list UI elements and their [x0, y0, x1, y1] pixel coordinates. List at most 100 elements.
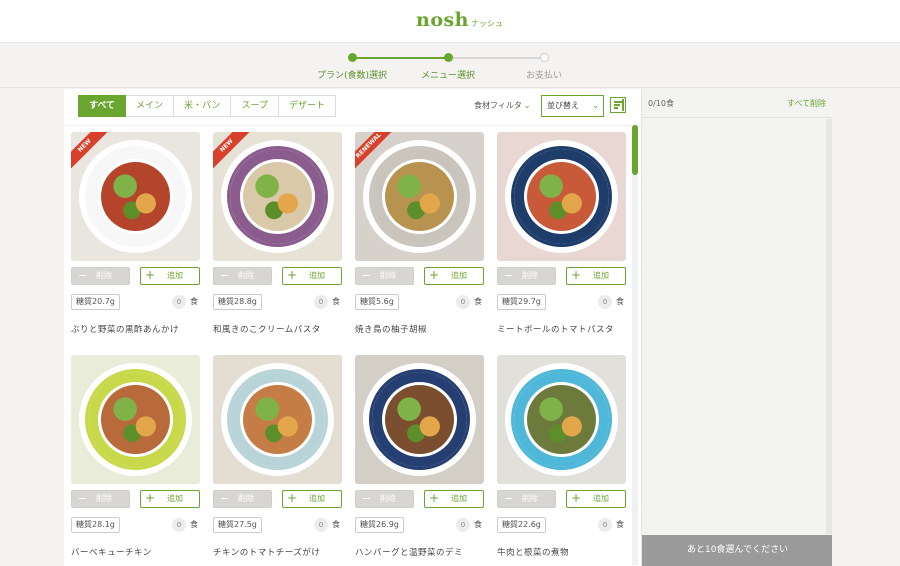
select-more-button[interactable]: あと10食選んでください	[642, 535, 833, 566]
carb-badge: 糖質20.7g	[71, 294, 120, 310]
tab-main[interactable]: メイン	[126, 95, 175, 117]
menu-name[interactable]: 牛肉と根菜の煮物	[497, 546, 637, 558]
site-header: nosh ナッシュ	[0, 0, 900, 43]
tab-all[interactable]: すべて	[78, 95, 127, 117]
menu-name[interactable]: 和風きのこクリームパスタ	[213, 323, 353, 335]
plus-icon: +	[145, 268, 156, 282]
menu-name[interactable]: ぶりと野菜の黒酢あんかけ	[71, 323, 211, 335]
plus-icon: +	[429, 491, 440, 505]
menu-photo[interactable]: RENEWAL	[355, 132, 484, 261]
delete-button[interactable]: − 削除	[497, 490, 556, 508]
nosh-logo[interactable]: nosh ナッシュ	[416, 9, 503, 31]
minus-icon: −	[362, 269, 372, 282]
divider	[64, 125, 641, 126]
add-button[interactable]: + 追加	[566, 267, 626, 285]
minus-icon: −	[362, 492, 372, 505]
food-image	[527, 162, 596, 231]
delete-button[interactable]: − 削除	[497, 267, 556, 285]
ingredient-filter[interactable]: 食材フィルタ ⌄	[474, 100, 531, 111]
menu-name[interactable]: ハンバーグと温野菜のデミ	[355, 546, 495, 558]
quantity-unit: 食	[474, 297, 482, 306]
add-label: 追加	[309, 271, 325, 280]
cart-panel: 0/10食 すべて削除 あと10食選んでください	[641, 89, 833, 566]
carb-badge: 糖質5.6g	[355, 294, 399, 310]
delete-label: 削除	[380, 271, 396, 280]
quantity-count: 0	[172, 295, 186, 309]
add-button[interactable]: + 追加	[424, 267, 484, 285]
delete-button[interactable]: − 削除	[355, 267, 414, 285]
carb-badge: 糖質28.8g	[213, 294, 262, 310]
menu-photo[interactable]	[213, 355, 342, 484]
step-label-plan[interactable]: プラン(食数)選択	[302, 68, 402, 81]
add-label: 追加	[309, 494, 325, 503]
menu-photo[interactable]: NEW	[71, 132, 200, 261]
menu-name[interactable]: バーベキューチキン	[71, 546, 211, 558]
delete-label: 削除	[522, 494, 538, 503]
quantity-count: 0	[314, 295, 328, 309]
sort-select[interactable]: 並び替え ⌄	[541, 95, 604, 117]
step-line-done	[352, 57, 448, 59]
quantity-count: 0	[456, 295, 470, 309]
scrollbar-thumb[interactable]	[632, 125, 638, 175]
quantity-unit: 食	[616, 297, 624, 306]
quantity-count: 0	[598, 518, 612, 532]
add-button[interactable]: + 追加	[424, 490, 484, 508]
add-label: 追加	[451, 271, 467, 280]
delete-label: 削除	[238, 494, 254, 503]
add-button[interactable]: + 追加	[140, 267, 200, 285]
delete-label: 削除	[96, 271, 112, 280]
plus-icon: +	[571, 491, 582, 505]
clear-all-link[interactable]: すべて削除	[787, 98, 826, 109]
minus-icon: −	[504, 492, 514, 505]
sort-order-icon[interactable]	[610, 97, 626, 113]
sort-label: 並び替え	[547, 101, 579, 110]
menu-name[interactable]: 焼き鳥の柚子胡椒	[355, 323, 495, 335]
tab-soup[interactable]: スープ	[231, 95, 279, 117]
delete-button[interactable]: − 削除	[213, 490, 272, 508]
menu-photo[interactable]	[355, 355, 484, 484]
plus-icon: +	[429, 268, 440, 282]
step-dot-payment	[540, 53, 549, 62]
quantity-unit: 食	[332, 297, 340, 306]
delete-button[interactable]: − 削除	[213, 267, 272, 285]
logo-subtext: ナッシュ	[471, 19, 503, 28]
cart-count: 0/10食	[648, 99, 674, 108]
food-image	[101, 385, 170, 454]
tab-dessert[interactable]: デザート	[278, 95, 336, 117]
carb-badge: 糖質22.6g	[497, 517, 546, 533]
step-label-payment: お支払い	[525, 71, 562, 81]
add-button[interactable]: + 追加	[282, 267, 342, 285]
add-button[interactable]: + 追加	[566, 490, 626, 508]
category-tabs: すべて メイン 米・パン スープ デザート	[78, 95, 336, 117]
food-image	[385, 385, 454, 454]
page-edge	[832, 89, 900, 566]
delete-button[interactable]: − 削除	[71, 267, 130, 285]
plus-icon: +	[571, 268, 582, 282]
progress-steps: プラン(食数)選択 メニュー選択 お支払い	[0, 43, 900, 88]
menu-name[interactable]: チキンのトマトチーズがけ	[213, 546, 353, 558]
plus-icon: +	[145, 491, 156, 505]
food-image	[243, 385, 312, 454]
menu-photo[interactable]: NEW	[213, 132, 342, 261]
menu-panel: すべて メイン 米・パン スープ デザート 食材フィルタ ⌄ 並び替え ⌄ NEW…	[64, 89, 641, 566]
step-dot-menu	[444, 53, 453, 62]
tab-rice-bread[interactable]: 米・パン	[174, 95, 232, 117]
menu-scrollbar[interactable]	[632, 125, 638, 565]
add-button[interactable]: + 追加	[140, 490, 200, 508]
carb-badge: 糖質28.1g	[71, 517, 120, 533]
minus-icon: −	[78, 269, 88, 282]
menu-photo[interactable]	[497, 132, 626, 261]
menu-name[interactable]: ミートボールのトマトパスタ	[497, 323, 637, 335]
minus-icon: −	[78, 492, 88, 505]
menu-photo[interactable]	[71, 355, 200, 484]
add-label: 追加	[167, 271, 183, 280]
delete-button[interactable]: − 削除	[71, 490, 130, 508]
add-label: 追加	[167, 494, 183, 503]
chevron-down-icon: ⌄	[592, 101, 599, 110]
minus-icon: −	[220, 269, 230, 282]
food-image	[243, 162, 312, 231]
add-button[interactable]: + 追加	[282, 490, 342, 508]
food-image	[385, 162, 454, 231]
delete-button[interactable]: − 削除	[355, 490, 414, 508]
menu-photo[interactable]	[497, 355, 626, 484]
